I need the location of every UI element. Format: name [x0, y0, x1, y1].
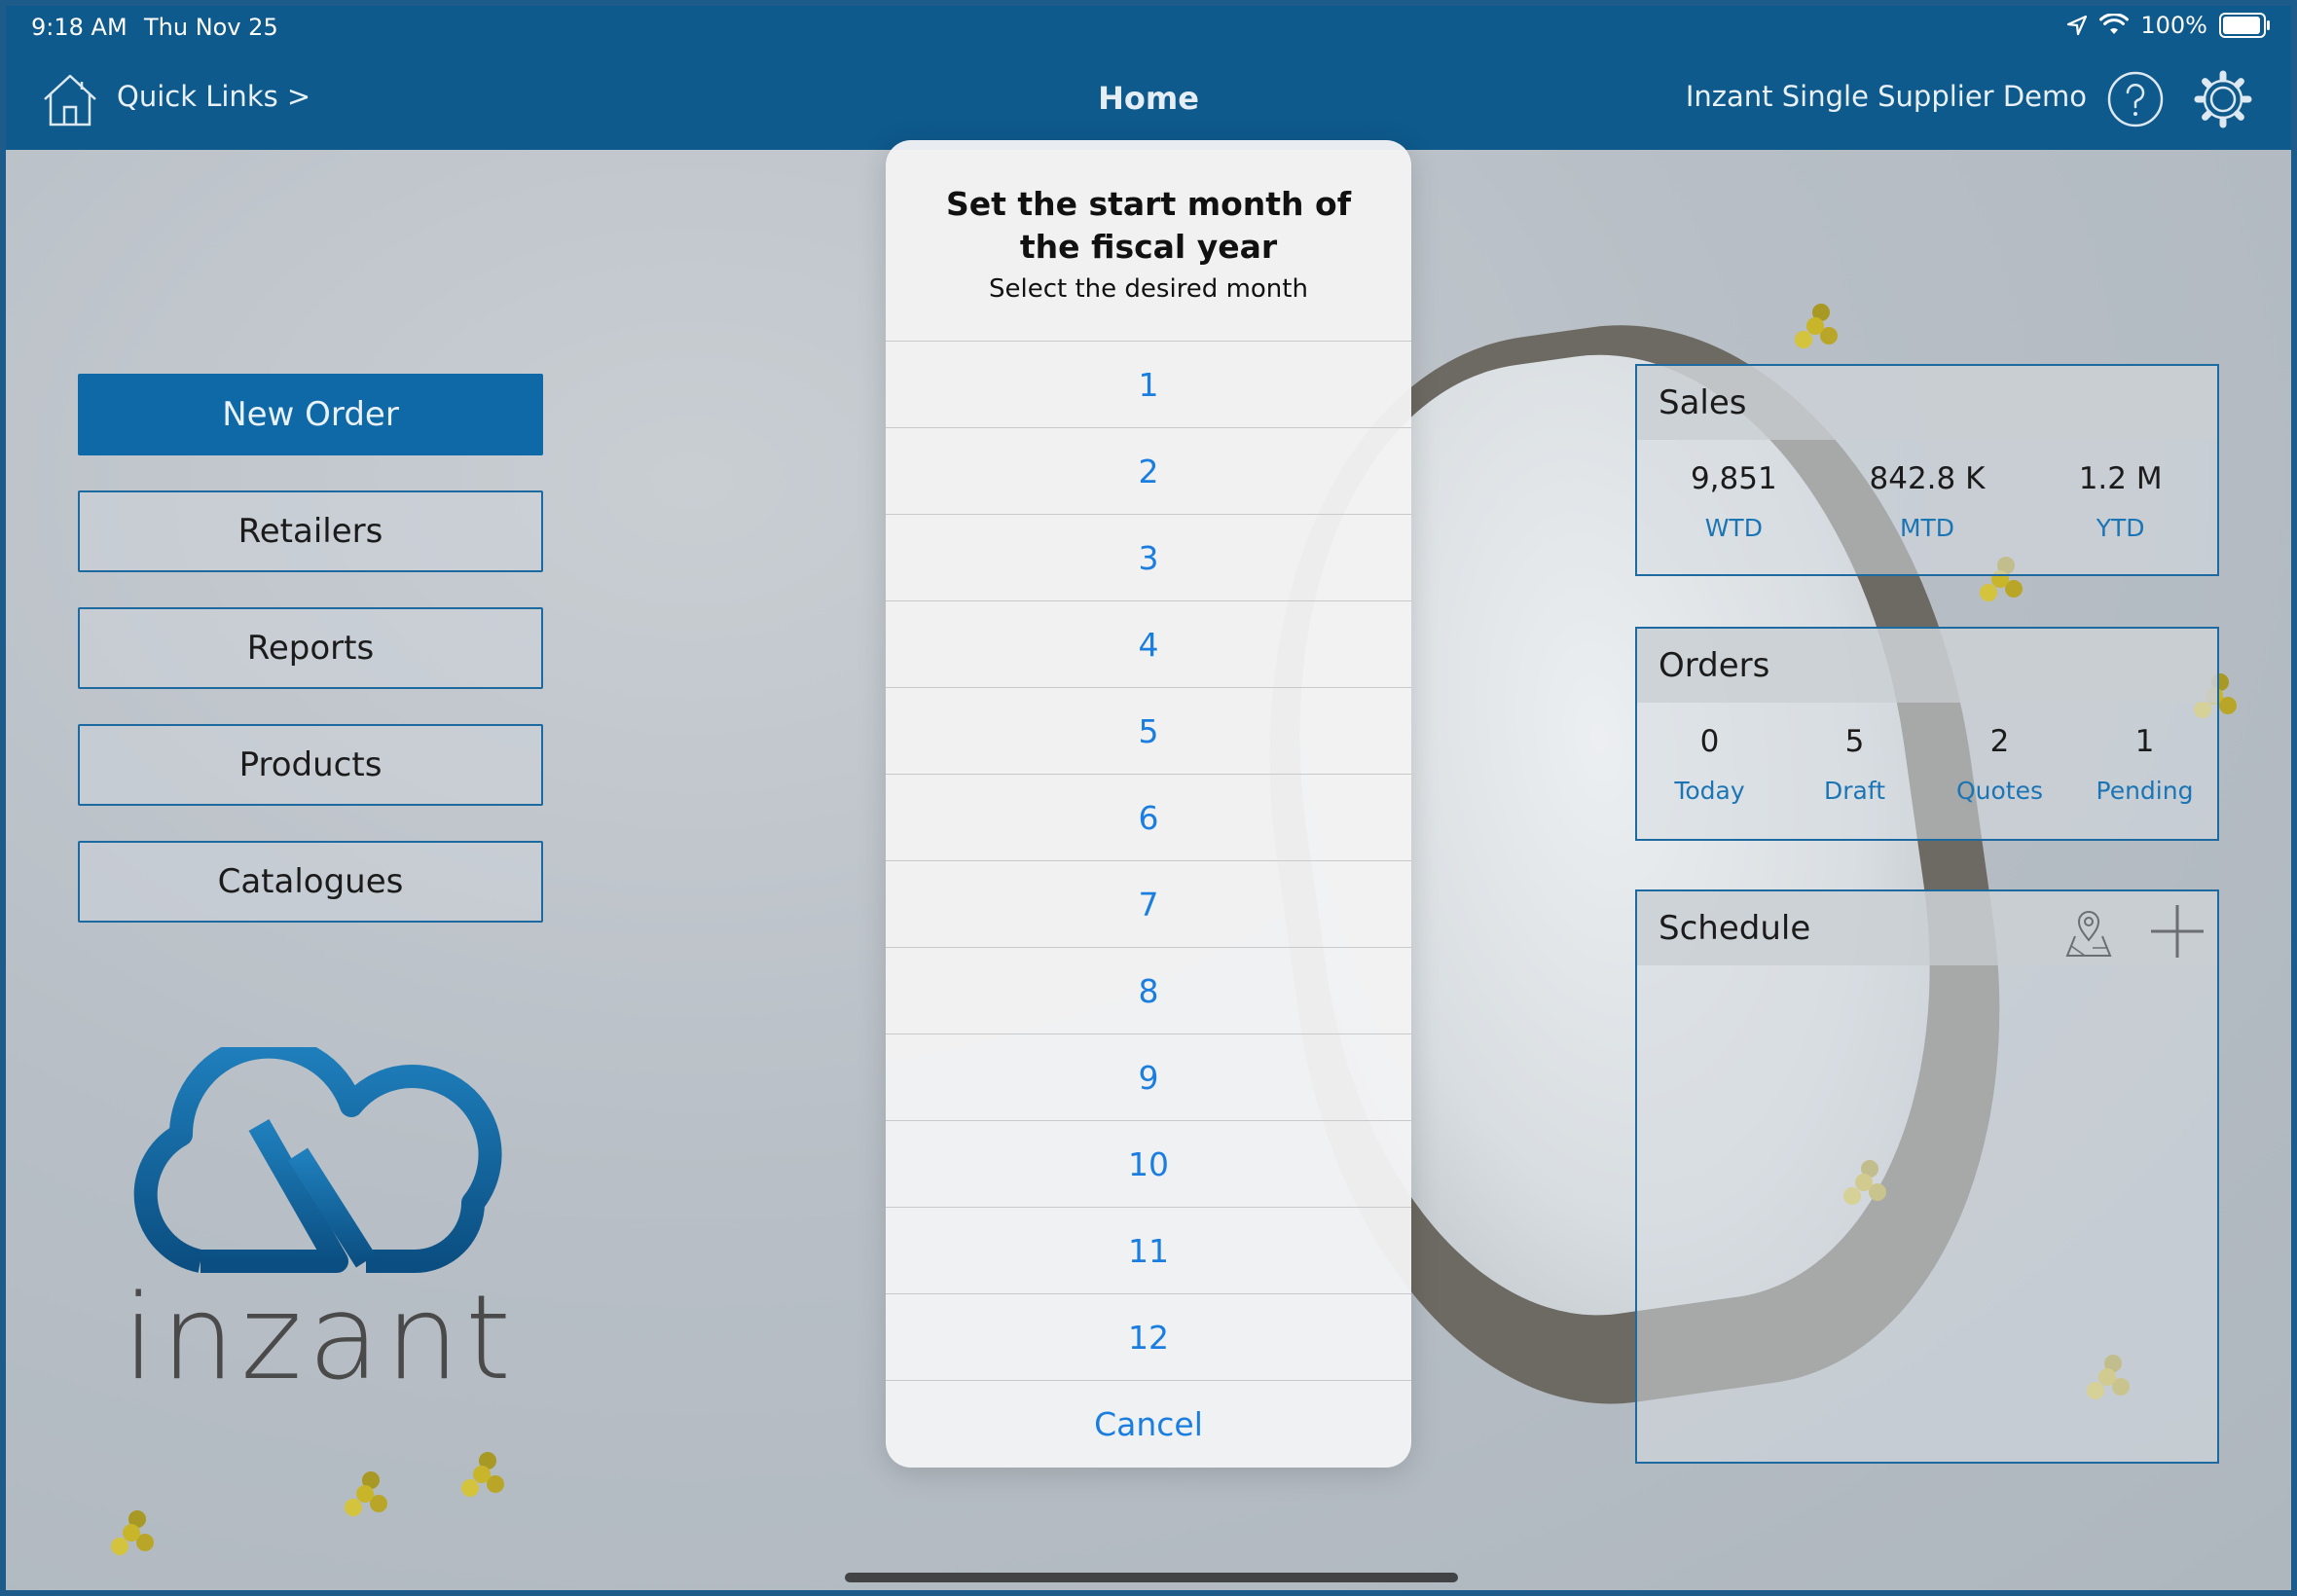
month-option-1[interactable]: 1	[886, 341, 1411, 427]
status-time: 9:18 AM	[31, 14, 128, 41]
stat-label: YTD	[2096, 514, 2145, 542]
battery-icon	[2219, 13, 2270, 38]
gear-icon[interactable]	[2192, 68, 2254, 130]
map-pin-icon[interactable]	[2061, 907, 2116, 961]
sales-stats: 9,851 WTD 842.8 K MTD 1.2 M YTD	[1637, 440, 2217, 542]
wifi-icon	[2099, 14, 2130, 34]
stat-value: 1.2 M	[2078, 461, 2163, 496]
sales-title: Sales	[1637, 366, 2217, 440]
home-indicator[interactable]	[845, 1573, 1458, 1582]
stat-value: 842.8 K	[1869, 461, 1986, 496]
status-right: 100%	[2066, 12, 2270, 39]
supplier-name[interactable]: Inzant Single Supplier Demo	[1686, 80, 2087, 113]
orders-title: Orders	[1637, 629, 2217, 703]
stat-value: 0	[1699, 724, 1720, 759]
products-button[interactable]: Products	[78, 724, 543, 806]
stat-label: WTD	[1704, 514, 1763, 542]
fiscal-month-action-sheet: Set the start month of the fiscal year S…	[886, 140, 1411, 1468]
month-option-4[interactable]: 4	[886, 600, 1411, 687]
stat-label: Today	[1674, 777, 1745, 805]
background-flower	[1806, 317, 1824, 335]
inzant-logo-icon	[133, 1047, 502, 1273]
month-option-5[interactable]: 5	[886, 687, 1411, 774]
stat-label: Draft	[1823, 777, 1885, 805]
month-option-3[interactable]: 3	[886, 514, 1411, 600]
stat-label: MTD	[1899, 514, 1955, 542]
retailers-button[interactable]: Retailers	[78, 490, 543, 572]
catalogues-button[interactable]: Catalogues	[78, 841, 543, 923]
schedule-card: Schedule	[1635, 889, 2219, 1464]
stat-wtd[interactable]: 9,851 WTD	[1660, 461, 1806, 542]
device-frame: 9:18 AM Thu Nov 25 100% Quick Links > Ho…	[0, 0, 2297, 1596]
plus-icon[interactable]	[2147, 901, 2207, 961]
stat-value: 9,851	[1690, 461, 1777, 496]
stat-pending[interactable]: 1 Pending	[2072, 724, 2217, 805]
stat-quotes[interactable]: 2 Quotes	[1927, 724, 2072, 805]
screen: 9:18 AM Thu Nov 25 100% Quick Links > Ho…	[6, 6, 2291, 1590]
month-option-8[interactable]: 8	[886, 947, 1411, 1034]
dialog-title: Set the start month of the fiscal year	[945, 185, 1352, 266]
orders-stats: 0 Today 5 Draft 2 Quotes 1 Pending	[1637, 703, 2217, 805]
location-arrow-icon	[2067, 15, 2088, 36]
month-option-10[interactable]: 10	[886, 1120, 1411, 1207]
dialog-subtitle: Select the desired month	[989, 274, 1308, 304]
month-option-12[interactable]: 12	[886, 1293, 1411, 1380]
stat-label: Quotes	[1955, 777, 2044, 805]
nav-bar: Quick Links > Home Inzant Single Supplie…	[6, 49, 2291, 150]
month-option-9[interactable]: 9	[886, 1034, 1411, 1120]
background-flower	[473, 1466, 491, 1483]
background-flower	[356, 1485, 374, 1503]
stat-label: Pending	[2096, 777, 2194, 805]
stat-today[interactable]: 0 Today	[1637, 724, 1782, 805]
status-date: Thu Nov 25	[144, 14, 278, 41]
new-order-button[interactable]: New Order	[78, 374, 543, 455]
stat-value: 1	[2134, 724, 2155, 759]
dialog-header: Set the start month of the fiscal year S…	[886, 140, 1411, 341]
background-flower	[123, 1524, 140, 1542]
sales-card[interactable]: Sales 9,851 WTD 842.8 K MTD 1.2 M YTD	[1635, 364, 2219, 576]
stat-ytd[interactable]: 1.2 M YTD	[2048, 461, 2194, 542]
orders-card[interactable]: Orders 0 Today 5 Draft 2 Quotes 1 Pendin…	[1635, 627, 2219, 841]
stat-value: 2	[1989, 724, 2010, 759]
battery-percent: 100%	[2140, 12, 2207, 39]
month-option-7[interactable]: 7	[886, 860, 1411, 947]
stat-value: 5	[1844, 724, 1865, 759]
schedule-title: Schedule	[1637, 891, 2217, 965]
cancel-button[interactable]: Cancel	[886, 1380, 1411, 1467]
logo-text: inzant	[123, 1271, 518, 1406]
reports-button[interactable]: Reports	[78, 607, 543, 689]
status-bar: 9:18 AM Thu Nov 25 100%	[6, 6, 2291, 49]
month-option-11[interactable]: 11	[886, 1207, 1411, 1293]
help-icon[interactable]	[2106, 70, 2165, 128]
stat-draft[interactable]: 5 Draft	[1782, 724, 1927, 805]
month-option-6[interactable]: 6	[886, 774, 1411, 860]
month-option-2[interactable]: 2	[886, 427, 1411, 514]
stat-mtd[interactable]: 842.8 K MTD	[1854, 461, 2000, 542]
